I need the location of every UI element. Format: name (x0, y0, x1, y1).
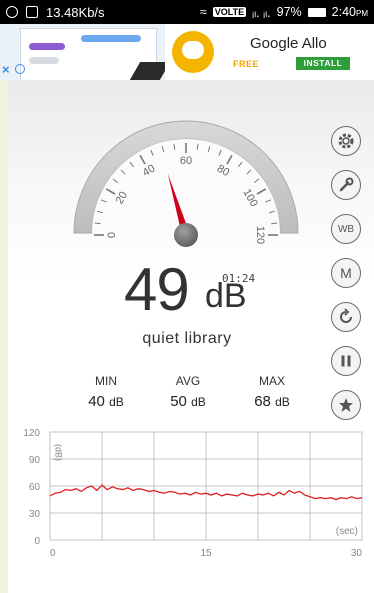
chart-y-ticks: 0 30 60 90 120 (23, 428, 40, 547)
chart-grid (49, 431, 363, 541)
chart-y-unit: (dB) (54, 444, 64, 461)
chart-y-tick-label: 0 (34, 536, 40, 547)
chart-y-tick-label: 120 (23, 428, 40, 439)
chart-y-tick-label: 30 (29, 509, 41, 520)
chart-x-tick-label: 0 (50, 548, 56, 559)
chart-y-tick-label: 60 (29, 482, 41, 493)
noise-history-chart: 0 30 60 90 120 0 15 30 (dB) (sec) (23, 428, 363, 559)
chart-x-unit: (sec) (336, 526, 358, 537)
chart-x-ticks: 0 15 30 (50, 548, 362, 559)
chart-y-tick-label: 90 (29, 455, 41, 466)
chart-x-tick-label: 30 (351, 548, 363, 559)
chart-x-tick-label: 15 (200, 548, 212, 559)
